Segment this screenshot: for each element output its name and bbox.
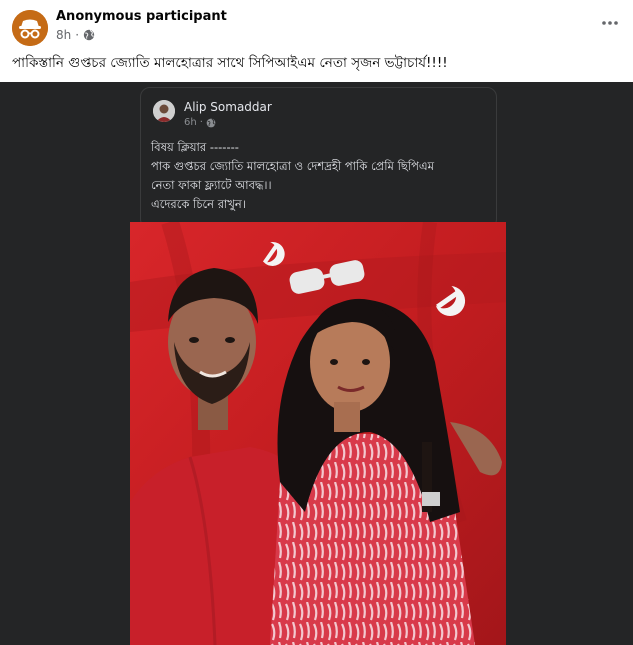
- shared-post-meta: 6h ·: [184, 117, 216, 128]
- facebook-post: Anonymous participant 8h · পাকিস্তানি গু…: [0, 0, 633, 645]
- anonymous-avatar[interactable]: [12, 10, 48, 46]
- post-time[interactable]: 8h: [56, 28, 71, 42]
- shared-photo: [130, 222, 506, 645]
- more-options-icon[interactable]: [601, 10, 619, 31]
- shared-post-time: 6h: [184, 117, 197, 128]
- shared-post-line: নেতা ফাকা ফ্ল্যাটে আবদ্ধ।।: [151, 178, 272, 192]
- more-options-dots: [602, 21, 618, 25]
- shared-post-line: এদেরকে চিনে রাখুন।: [151, 197, 246, 211]
- shared-post-author: Alip Somaddar: [184, 100, 272, 114]
- shared-author-avatar: [153, 100, 175, 122]
- post-author[interactable]: Anonymous participant: [56, 9, 227, 24]
- globe-icon: [206, 118, 216, 127]
- shared-post-text: বিষয় ক্লিয়ার ------- পাক গুপ্তচর জ্যোত…: [151, 138, 434, 214]
- incognito-icon: [12, 10, 48, 46]
- post-caption: পাকিস্তানি গুপ্তচর জ্যোতি মালহোত্রার সাথ…: [12, 55, 448, 71]
- globe-icon: [83, 29, 95, 41]
- post-meta: 8h ·: [56, 28, 95, 42]
- shared-post-card: Alip Somaddar 6h · বিষয় ক্লিয়ার ------…: [140, 87, 497, 229]
- shared-post-line: বিষয় ক্লিয়ার -------: [151, 140, 239, 154]
- profile-photo: [153, 100, 175, 122]
- photo-illustration: [130, 222, 506, 645]
- post-image[interactable]: Alip Somaddar 6h · বিষয় ক্লিয়ার ------…: [0, 82, 633, 645]
- shared-post-line: পাক গুপ্তচর জ্যোতি মালহোত্রা ও দেশদ্রহী …: [151, 159, 435, 173]
